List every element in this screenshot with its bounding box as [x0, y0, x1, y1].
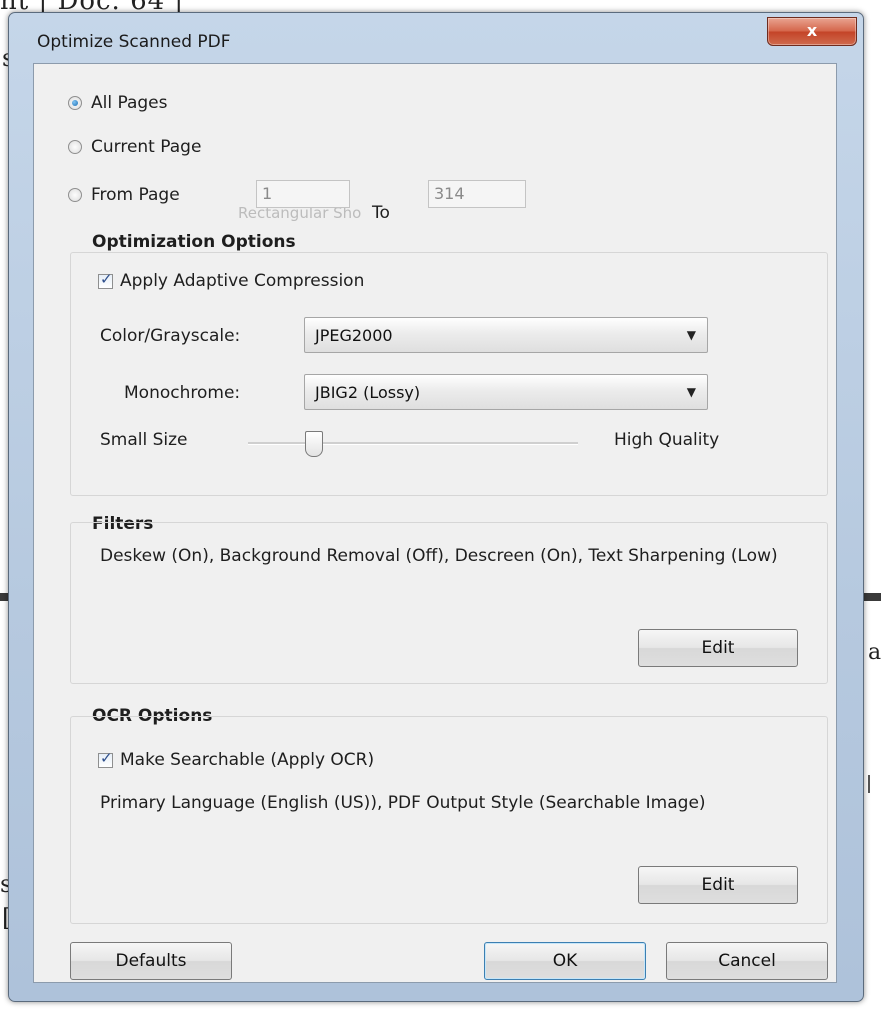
background-document-text: a — [868, 640, 881, 665]
current-page-radio-row[interactable]: Current Page — [68, 134, 201, 160]
adaptive-compression-label: Apply Adaptive Compression — [120, 271, 365, 291]
cancel-button[interactable]: Cancel — [666, 942, 828, 980]
dropdown-arrow-icon: ▼ — [686, 385, 696, 399]
quality-slider-thumb[interactable] — [305, 431, 323, 457]
background-rule — [862, 593, 881, 601]
title-bar[interactable]: Optimize Scanned PDF x — [9, 13, 863, 63]
optimization-options-heading: Optimization Options — [92, 232, 296, 252]
background-rule — [868, 775, 870, 793]
dialog-title: Optimize Scanned PDF — [37, 32, 231, 52]
optimize-scanned-pdf-dialog: Optimize Scanned PDF x All Pages Current… — [8, 12, 864, 1002]
ok-button[interactable]: OK — [484, 942, 646, 980]
make-searchable-label: Make Searchable (Apply OCR) — [120, 750, 375, 770]
make-searchable-checkbox-row[interactable]: ✓ Make Searchable (Apply OCR) — [98, 749, 375, 770]
small-size-label: Small Size — [100, 430, 188, 450]
make-searchable-checkbox[interactable]: ✓ — [98, 749, 113, 768]
current-page-label: Current Page — [91, 137, 202, 157]
close-icon: x — [806, 21, 818, 40]
dialog-content: All Pages Current Page From Page Rectang… — [33, 63, 837, 983]
monochrome-value: JBIG2 (Lossy) — [315, 383, 421, 402]
all-pages-label: All Pages — [91, 93, 168, 113]
from-page-label: From Page — [91, 185, 180, 205]
to-label: To — [372, 203, 390, 223]
dropdown-arrow-icon: ▼ — [686, 328, 696, 342]
defaults-button[interactable]: Defaults — [70, 942, 232, 980]
ocr-edit-button[interactable]: Edit — [638, 866, 798, 904]
close-button[interactable]: x — [767, 17, 857, 46]
monochrome-label: Monochrome: — [124, 383, 241, 403]
color-grayscale-value: JPEG2000 — [315, 326, 393, 345]
adaptive-compression-checkbox-row[interactable]: ✓ Apply Adaptive Compression — [98, 270, 365, 291]
monochrome-dropdown[interactable]: JBIG2 (Lossy) ▼ — [304, 374, 708, 410]
ocr-description: Primary Language (English (US)), PDF Out… — [100, 793, 706, 813]
filters-edit-button[interactable]: Edit — [638, 629, 798, 667]
from-page-input[interactable]: 1 — [256, 180, 350, 208]
high-quality-label: High Quality — [614, 430, 720, 450]
all-pages-radio-row[interactable]: All Pages — [68, 90, 168, 116]
from-page-radio[interactable] — [68, 188, 82, 202]
checkmark-icon: ✓ — [100, 269, 113, 288]
all-pages-radio[interactable] — [68, 96, 82, 110]
color-grayscale-dropdown[interactable]: JPEG2000 ▼ — [304, 317, 708, 353]
from-page-radio-row[interactable]: From Page — [68, 182, 180, 208]
to-page-input[interactable]: 314 — [428, 180, 526, 208]
adaptive-compression-checkbox[interactable]: ✓ — [98, 270, 113, 289]
checkmark-icon: ✓ — [100, 748, 113, 767]
filters-description: Deskew (On), Background Removal (Off), D… — [100, 546, 778, 566]
quality-slider-track[interactable] — [248, 442, 578, 445]
color-grayscale-label: Color/Grayscale: — [100, 326, 241, 346]
current-page-radio[interactable] — [68, 140, 82, 154]
